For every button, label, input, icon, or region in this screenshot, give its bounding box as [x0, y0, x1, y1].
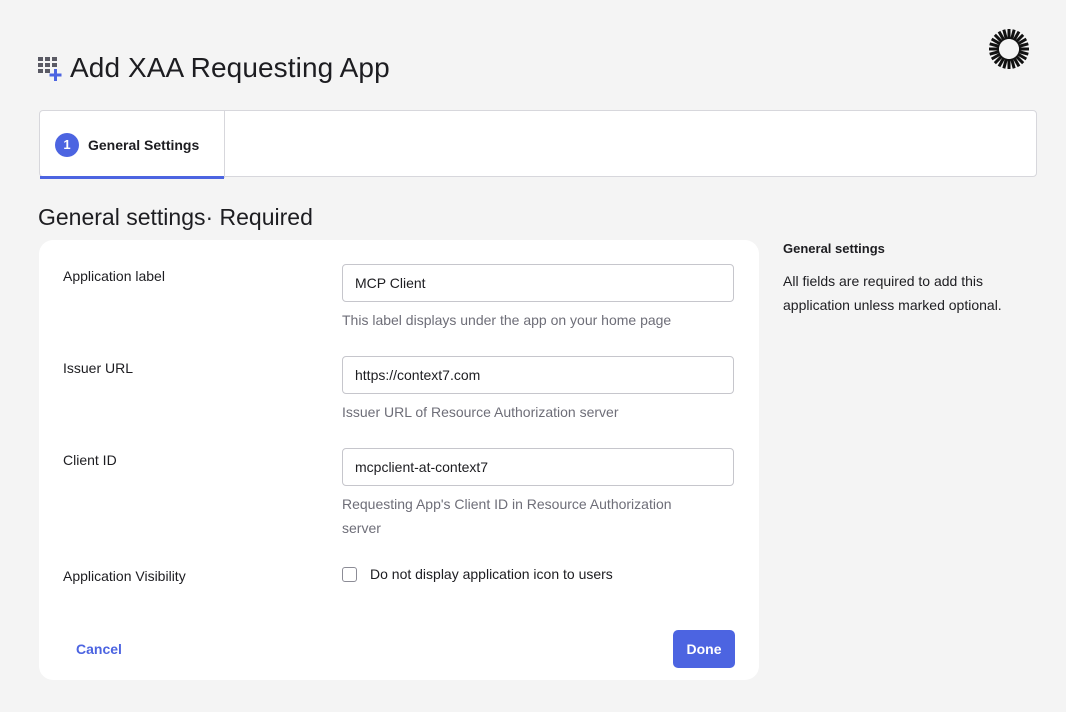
step-general-settings[interactable]: 1 General Settings: [40, 111, 225, 179]
settings-form-card: Application label This label displays un…: [39, 240, 759, 680]
section-title: General settings· Required: [38, 204, 313, 230]
hide-app-icon-option[interactable]: Do not display application icon to users: [342, 566, 613, 582]
grid-add-icon: [38, 57, 62, 81]
hide-app-icon-checkbox[interactable]: [342, 566, 357, 582]
page-title: Add XAA Requesting App: [70, 52, 390, 83]
application-visibility-label: Application Visibility: [63, 568, 186, 584]
page-header: Add XAA Requesting App: [38, 52, 390, 84]
issuer-url-hint: Issuer URL of Resource Authorization ser…: [342, 404, 619, 420]
help-panel-title: General settings: [783, 241, 885, 256]
step-number-badge: 1: [55, 132, 79, 157]
help-panel-text: All fields are required to add this appl…: [783, 273, 1002, 313]
wizard-steps: 1 General Settings: [39, 110, 1037, 179]
application-label-label: Application label: [63, 268, 165, 284]
step-label: General Settings: [88, 136, 200, 153]
application-label-hint: This label displays under the app on you…: [342, 312, 672, 328]
hide-app-icon-checkbox-label[interactable]: Do not display application icon to users: [370, 566, 613, 582]
sunburst-logo-icon: [989, 29, 1029, 69]
client-id-hint: Requesting App's Client ID in Resource A…: [342, 496, 672, 536]
done-button[interactable]: Done: [673, 630, 735, 668]
client-id-input[interactable]: [342, 448, 734, 486]
client-id-label: Client ID: [63, 452, 117, 468]
application-label-input[interactable]: [342, 264, 734, 302]
help-panel: General settings All fields are required…: [783, 240, 1033, 317]
issuer-url-label: Issuer URL: [63, 360, 134, 376]
cancel-button[interactable]: Cancel: [63, 630, 135, 668]
issuer-url-input[interactable]: [342, 356, 734, 394]
